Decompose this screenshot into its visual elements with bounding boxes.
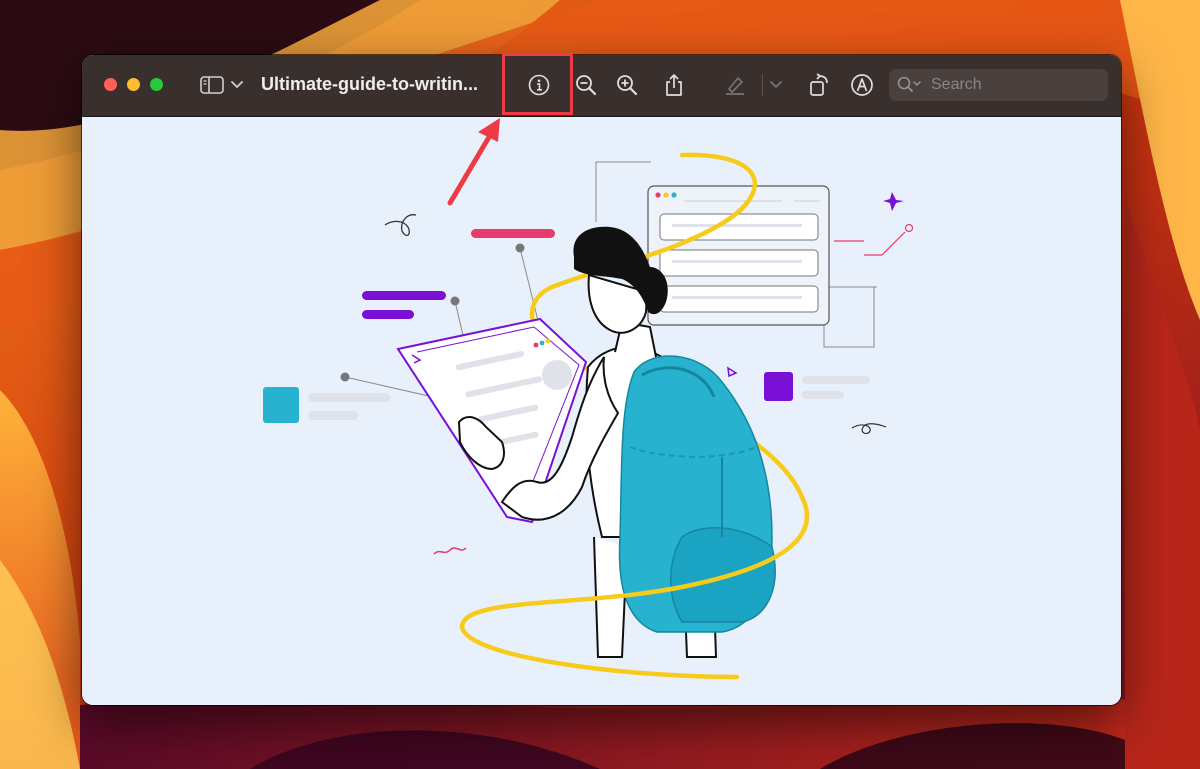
preview-window: Ultimate-guide-to-writin... — [82, 55, 1121, 705]
sidebar-toggle-button[interactable] — [196, 69, 228, 101]
fullscreen-window-button[interactable] — [150, 78, 163, 91]
markup-button[interactable] — [847, 69, 877, 101]
toolbar: Ultimate-guide-to-writin... — [82, 55, 1121, 117]
share-icon — [666, 74, 682, 96]
annotation-arrow — [447, 118, 500, 206]
chevron-down-icon — [770, 81, 782, 88]
minimize-window-button[interactable] — [127, 78, 140, 91]
zoom-in-icon — [617, 75, 638, 96]
toolbar-divider — [762, 74, 763, 96]
sidebar-menu-button[interactable] — [228, 69, 246, 101]
rotate-icon — [810, 73, 828, 96]
document-illustration — [263, 152, 914, 680]
zoom-out-button[interactable] — [571, 69, 601, 101]
highlight-pen-icon — [726, 77, 744, 95]
teal-square — [263, 387, 299, 423]
document-title: Ultimate-guide-to-writin... — [261, 74, 478, 94]
highlight-button[interactable] — [720, 69, 750, 101]
markup-icon — [851, 74, 873, 96]
search-field[interactable] — [889, 69, 1108, 101]
rotate-button[interactable] — [804, 69, 834, 101]
search-icon — [897, 76, 921, 92]
zoom-in-button[interactable] — [612, 69, 642, 101]
info-button-highlight — [502, 53, 573, 115]
share-button[interactable] — [659, 69, 689, 101]
zoom-out-icon — [576, 75, 597, 96]
sidebar-icon — [200, 76, 224, 94]
search-input[interactable] — [929, 75, 1103, 95]
highlight-menu-button[interactable] — [768, 69, 784, 101]
document-page — [82, 117, 1121, 705]
purple-square — [764, 372, 793, 401]
close-window-button[interactable] — [104, 78, 117, 91]
chevron-down-icon — [231, 81, 243, 88]
